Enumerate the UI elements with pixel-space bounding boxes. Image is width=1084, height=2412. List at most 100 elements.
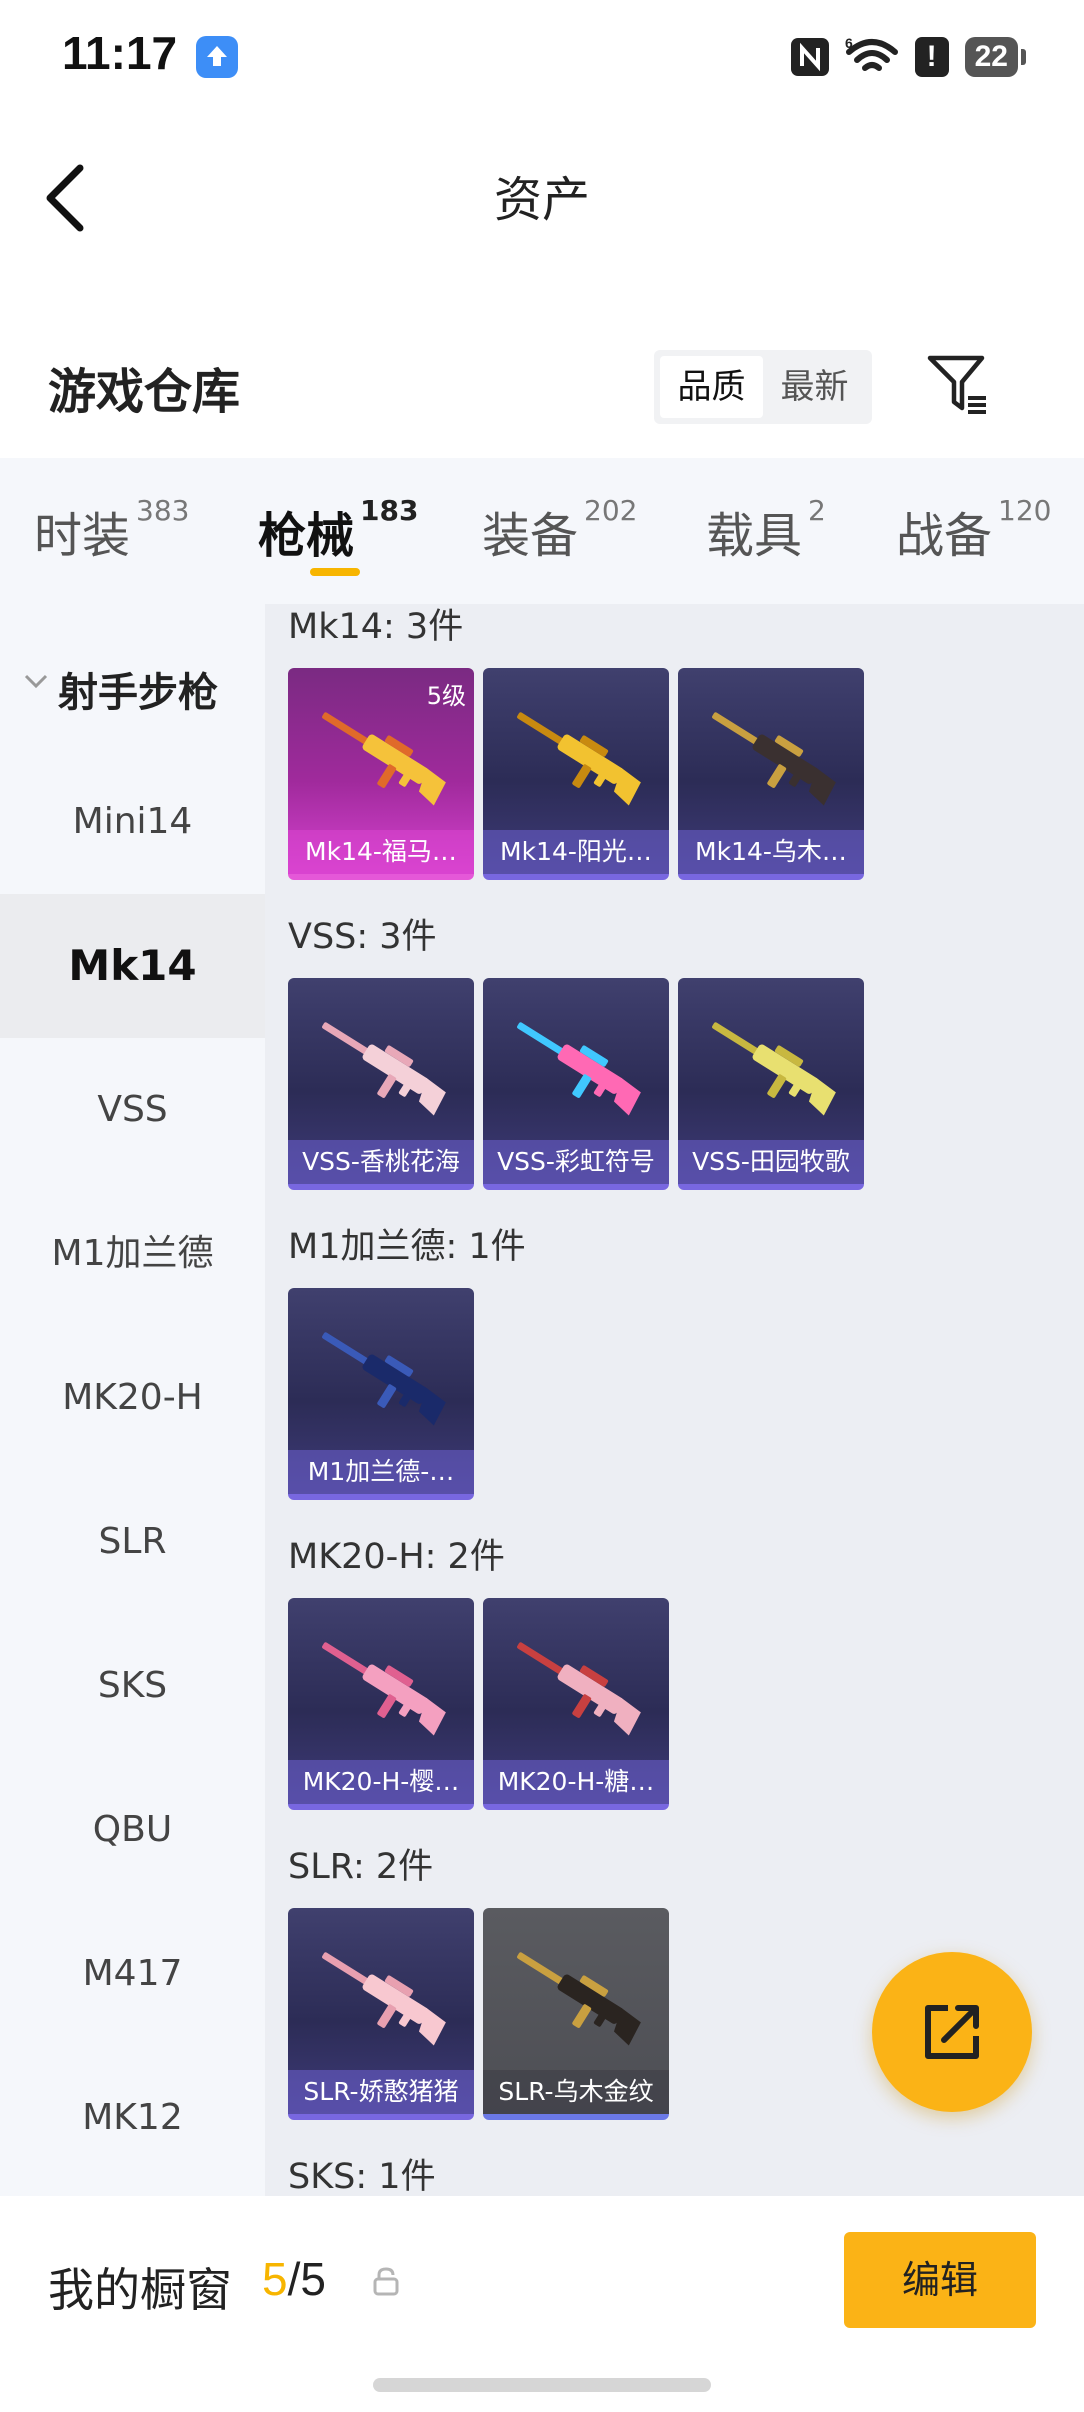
status-icons: 6 ! 22 — [790, 32, 1027, 82]
status-bar: 11:17 6 ! 22 — [0, 0, 1084, 110]
side-item-mk20h[interactable]: MK20-H — [0, 1326, 265, 1470]
skin-name: SLR-乌木金纹 — [483, 2070, 669, 2114]
tab-fashion[interactable]: 时装 383 — [34, 494, 190, 566]
skin-name: VSS-彩虹符号 — [483, 1140, 669, 1184]
skin-name: VSS-田园牧歌 — [678, 1140, 864, 1184]
skin-name: MK20-H-樱… — [288, 1760, 474, 1804]
weapon-skin-image — [322, 1332, 446, 1426]
weapon-skin-image — [322, 1022, 446, 1116]
alert-icon: ! — [914, 37, 949, 77]
side-item-mini14[interactable]: Mini14 — [0, 750, 265, 894]
weapon-skin-image — [517, 1952, 641, 2046]
showcase-count: 5/5 — [262, 2252, 326, 2306]
skin-name: Mk14-乌木… — [678, 830, 864, 874]
active-tab-indicator — [310, 568, 360, 576]
battery-indicator: 22 — [964, 37, 1027, 77]
side-group-marksman-rifles[interactable]: 射手步枪 — [0, 644, 265, 724]
showcase-total: 5 — [300, 2253, 326, 2305]
side-item-qbu[interactable]: QBU — [0, 1758, 265, 1902]
share-icon — [925, 2005, 979, 2059]
tab-firearms[interactable]: 枪械 183 — [258, 494, 419, 566]
skin-card[interactable]: MK20-H-樱… — [288, 1598, 474, 1810]
filter-button[interactable] — [926, 352, 990, 418]
side-item-vss[interactable]: VSS — [0, 1038, 265, 1182]
side-item-slr[interactable]: SLR — [0, 1470, 265, 1614]
skin-card[interactable]: VSS-彩虹符号 — [483, 978, 669, 1190]
weapon-skin-image — [517, 712, 641, 806]
tab-label: 装备 — [482, 508, 579, 564]
skin-card[interactable]: MK20-H-糖… — [483, 1598, 669, 1810]
warehouse-header: 游戏仓库 品质 最新 — [0, 330, 1084, 450]
tab-equipment[interactable]: 装备 202 — [482, 494, 638, 566]
showcase-bar: 我的橱窗 5/5 编辑 — [0, 2196, 1084, 2412]
filter-icon — [927, 355, 986, 414]
tab-label: 战备 — [896, 508, 993, 564]
skin-card[interactable]: SLR-娇憨猪猪 — [288, 1908, 474, 2120]
side-group-label: 射手步枪 — [58, 670, 218, 716]
skin-card[interactable]: VSS-田园牧歌 — [678, 978, 864, 1190]
nfc-icon — [790, 38, 829, 76]
tab-count: 183 — [360, 494, 419, 527]
skin-name: Mk14-福马… — [288, 830, 474, 874]
skin-card[interactable]: Mk14-乌木… — [678, 668, 864, 880]
showcase-label: 我的橱窗 — [48, 2263, 232, 2317]
warehouse-title: 游戏仓库 — [48, 364, 241, 420]
skin-card[interactable]: VSS-香桃花海 — [288, 978, 474, 1190]
weapon-type-menu: 射手步枪 Mini14 Mk14 VSS M1加兰德 MK20-H SLR SK… — [0, 604, 265, 2196]
weapon-skin-image — [517, 1642, 641, 1736]
status-time: 11:17 — [62, 27, 178, 79]
tab-count: 2 — [808, 494, 826, 527]
showcase-current: 5 — [262, 2253, 288, 2305]
tab-vehicles[interactable]: 载具 2 — [706, 494, 826, 566]
edit-button[interactable]: 编辑 — [844, 2232, 1036, 2328]
tab-label: 时装 — [34, 508, 131, 564]
svg-text:6: 6 — [845, 36, 853, 51]
skin-card[interactable]: SLR-乌木金纹 — [483, 1908, 669, 2120]
group-title-m1-garand: M1加兰德: 1件 — [288, 1227, 526, 1267]
tab-war-supplies[interactable]: 战备 120 — [896, 494, 1052, 566]
nav-bar: 资产 — [0, 110, 1084, 280]
weapon-skin-image — [712, 1022, 836, 1116]
tab-count: 120 — [998, 494, 1052, 527]
weapon-skin-image — [322, 1642, 446, 1736]
weapon-skin-image — [517, 1022, 641, 1116]
side-item-m417[interactable]: M417 — [0, 1902, 265, 2046]
tab-label: 枪械 — [258, 508, 355, 564]
tab-label: 载具 — [706, 508, 803, 564]
share-button[interactable] — [872, 1952, 1032, 2112]
side-item-m1-garand[interactable]: M1加兰德 — [0, 1182, 265, 1326]
skin-card[interactable]: 5级 Mk14-福马… — [288, 668, 474, 880]
skin-level: 5级 — [426, 682, 466, 710]
skin-name: M1加兰德-… — [288, 1450, 474, 1494]
wifi-icon: 6 — [845, 36, 898, 71]
tab-count: 383 — [136, 494, 190, 527]
side-item-mk14[interactable]: Mk14 — [0, 894, 265, 1038]
group-title-vss: VSS: 3件 — [288, 917, 437, 957]
skin-name: VSS-香桃花海 — [288, 1140, 474, 1184]
page-title: 资产 — [493, 172, 590, 228]
skin-name: Mk14-阳光… — [483, 830, 669, 874]
home-indicator[interactable] — [373, 2378, 711, 2392]
sort-toggle: 品质 最新 — [654, 350, 872, 424]
side-item-sks[interactable]: SKS — [0, 1614, 265, 1758]
weapon-skin-image — [712, 712, 836, 806]
weapon-skin-image — [322, 1952, 446, 2046]
skin-card[interactable]: Mk14-阳光… — [483, 668, 669, 880]
side-item-mk12[interactable]: MK12 — [0, 2046, 265, 2190]
group-title-mk20h: MK20-H: 2件 — [288, 1537, 505, 1577]
chevron-down-icon — [24, 674, 48, 689]
skin-name: MK20-H-糖… — [483, 1760, 669, 1804]
sort-quality-button[interactable]: 品质 — [660, 356, 763, 418]
group-title-slr: SLR: 2件 — [288, 1847, 434, 1887]
upload-app-icon — [196, 36, 238, 78]
group-title-sks: SKS: 1件 — [288, 2157, 436, 2196]
weapon-skin-image — [322, 712, 446, 806]
sort-latest-button[interactable]: 最新 — [763, 356, 866, 418]
showcase-separator: / — [287, 2253, 301, 2305]
skin-card[interactable]: M1加兰德-… — [288, 1288, 474, 1500]
group-title-mk14: Mk14: 3件 — [288, 607, 464, 647]
skin-name: SLR-娇憨猪猪 — [288, 2070, 474, 2114]
lock-icon — [373, 2267, 399, 2296]
category-tabs: 时装 383 枪械 183 装备 202 载具 2 战备 120 — [0, 458, 1084, 604]
tab-count: 202 — [584, 494, 638, 527]
